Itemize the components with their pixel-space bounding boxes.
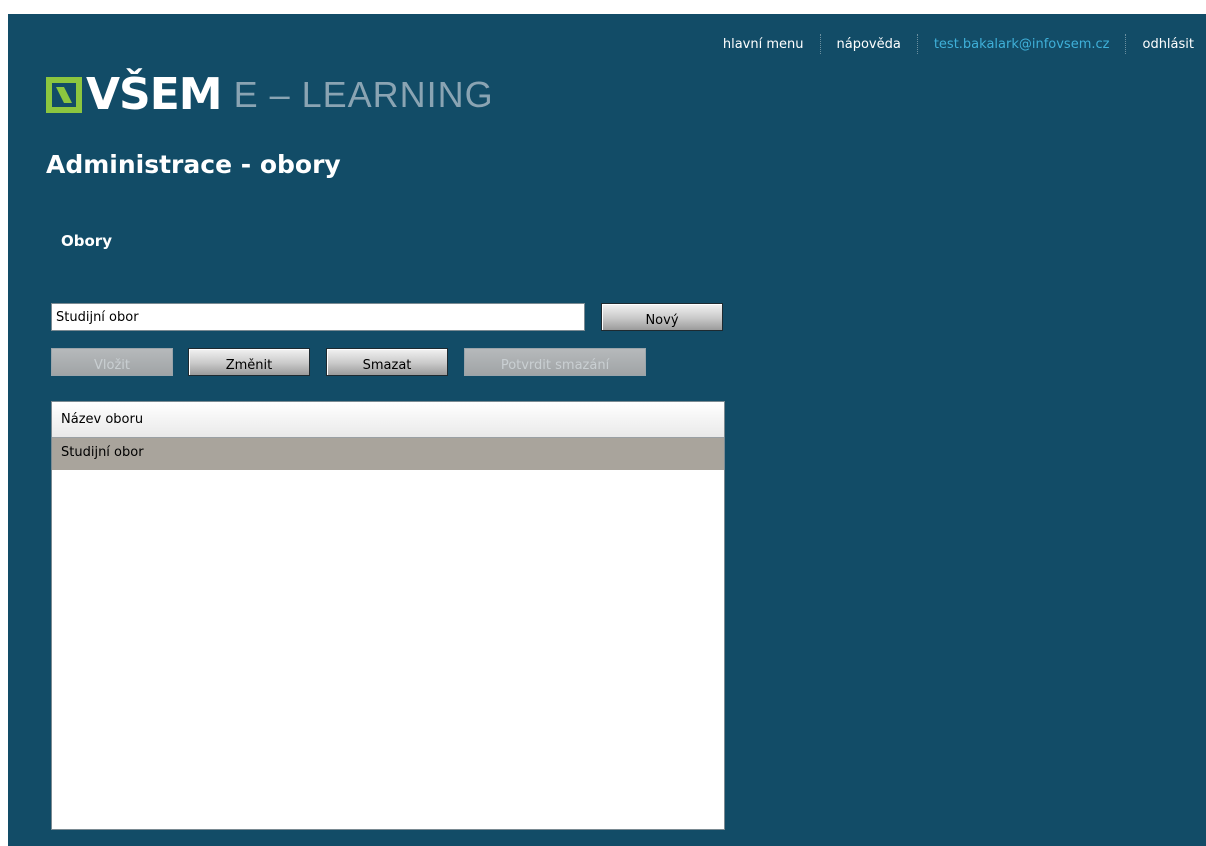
nav-separator (819, 34, 821, 54)
new-button-label: Nový (645, 312, 679, 328)
insert-button-label: Vložit (94, 357, 130, 373)
top-navigation: hlavní menu nápověda test.bakalark@infov… (719, 34, 1198, 54)
vsem-logo: VŠEM E – LEARNING (46, 64, 494, 126)
nav-separator (1125, 34, 1127, 54)
section-title: Obory (61, 232, 112, 250)
user-email-link[interactable]: test.bakalark@infovsem.cz (930, 37, 1114, 52)
main-menu-link[interactable]: hlavní menu (719, 37, 808, 52)
logo-brand-text: VŠEM (86, 69, 223, 120)
page-title: Administrace - obory (46, 150, 341, 179)
vsem-logo-mark-icon (46, 77, 82, 113)
delete-button-label: Smazat (362, 357, 412, 373)
logo-subtitle-text: E – LEARNING (233, 74, 494, 115)
confirm-delete-button[interactable]: Potvrdit smazání (464, 348, 646, 376)
change-button-label: Změnit (225, 357, 273, 373)
logout-link[interactable]: odhlásit (1138, 37, 1198, 52)
list-column-header[interactable]: Název oboru (52, 402, 724, 438)
nav-separator (916, 34, 918, 54)
new-button[interactable]: Nový (601, 303, 723, 331)
help-link[interactable]: nápověda (833, 37, 905, 52)
fields-list[interactable]: Název oboru Studijní obor (51, 401, 725, 830)
list-item[interactable]: Studijní obor (52, 438, 724, 470)
insert-button[interactable]: Vložit (51, 348, 173, 376)
change-button[interactable]: Změnit (188, 348, 310, 376)
field-name-input[interactable] (51, 303, 585, 331)
confirm-delete-button-label: Potvrdit smazání (500, 357, 610, 373)
delete-button[interactable]: Smazat (326, 348, 448, 376)
